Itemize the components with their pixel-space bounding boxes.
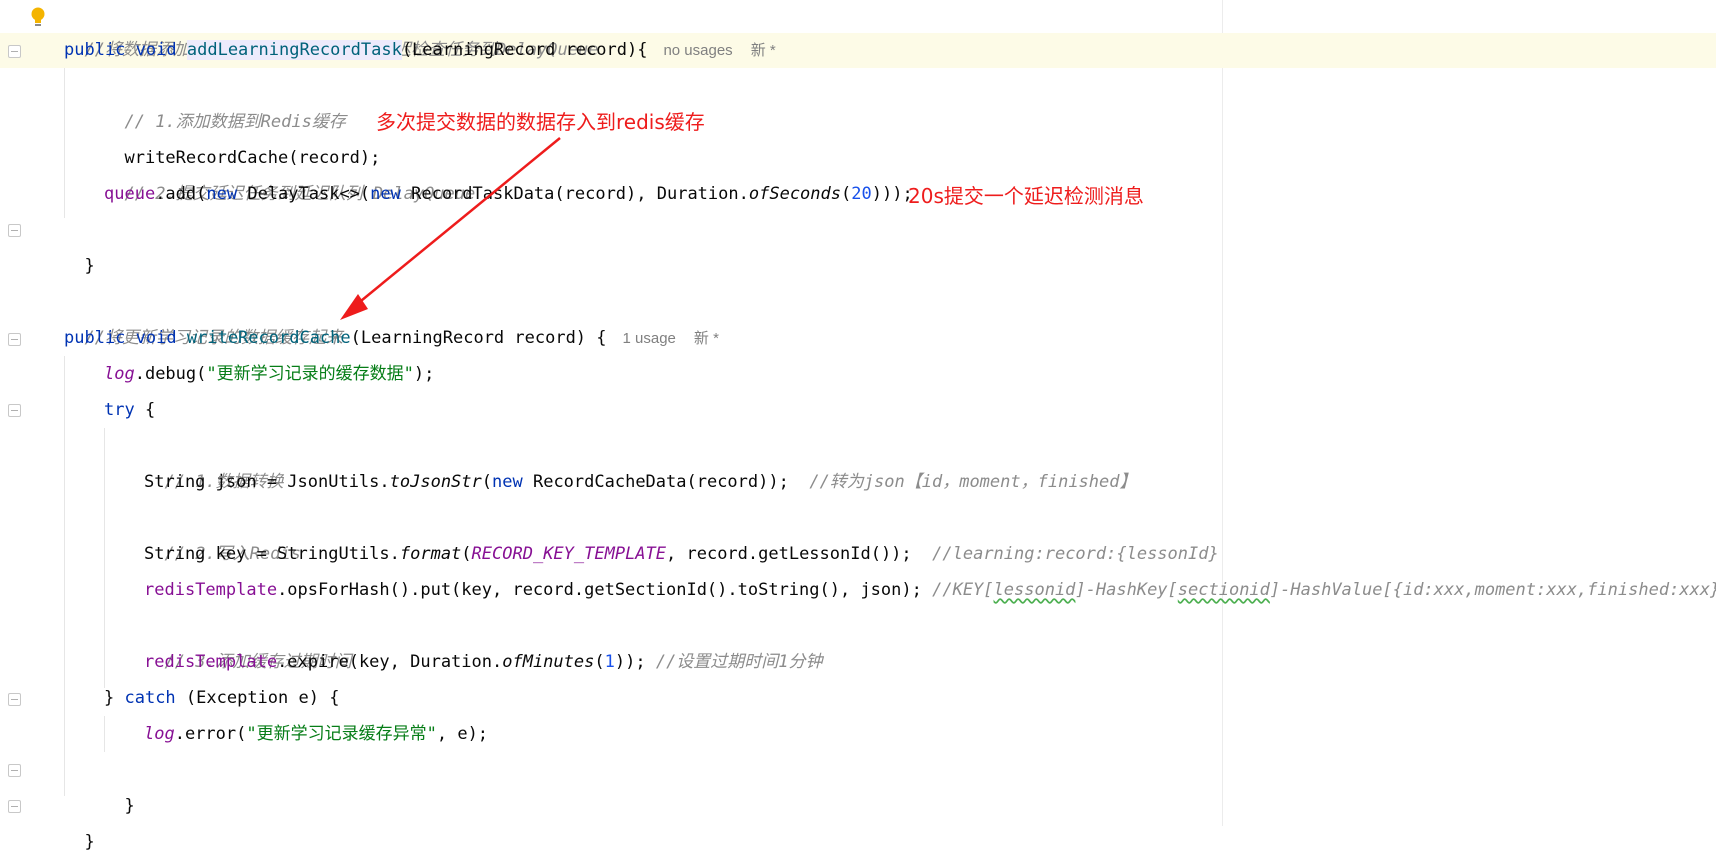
annotation-arrow (340, 137, 561, 320)
closing-brace: } (84, 832, 95, 852)
